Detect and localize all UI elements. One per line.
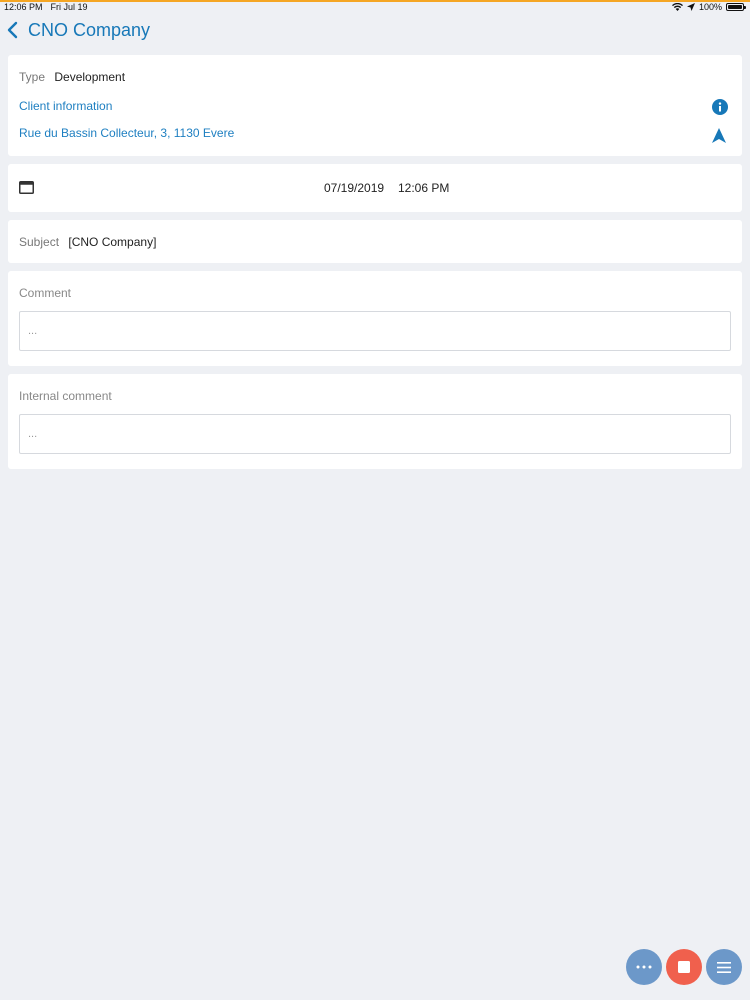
subject-card[interactable]: Subject [CNO Company] [8,220,742,263]
page-title: CNO Company [28,20,151,40]
info-icon[interactable] [712,99,728,115]
battery-percentage: 100% [698,2,722,12]
status-date: Fri Jul 19 [50,2,88,12]
stop-button[interactable] [666,949,702,985]
location-arrow-icon [686,3,695,11]
battery-icon [726,3,746,11]
date-value[interactable]: 07/19/2019 [324,181,384,195]
navigation-arrow-icon[interactable] [712,128,726,143]
date-time-card[interactable]: 07/19/2019 12:06 PM [8,164,742,212]
type-row: Type Development [19,70,125,84]
comment-input[interactable] [19,311,731,351]
type-label: Type [19,70,46,84]
internal-comment-card: Internal comment [8,374,742,469]
subject-row: Subject [CNO Company] [19,235,156,249]
info-card: Type Development Client information Rue … [8,55,742,156]
subject-value[interactable]: [CNO Company] [68,235,156,249]
more-dots-icon [636,965,652,969]
internal-comment-input[interactable] [19,414,731,454]
stop-icon [678,961,690,973]
internal-comment-label: Internal comment [19,389,112,403]
address-link[interactable]: Rue du Bassin Collecteur, 3, 1130 Evere [19,126,234,140]
time-value[interactable]: 12:06 PM [398,181,449,195]
hamburger-menu-icon [717,961,731,973]
type-value: Development [54,70,126,84]
comment-label: Comment [19,286,72,300]
comment-card: Comment [8,271,742,366]
subject-label: Subject [19,235,60,249]
menu-button[interactable] [706,949,742,985]
client-information-link[interactable]: Client information [19,99,112,113]
calendar-icon[interactable] [19,180,34,194]
status-bar: 12:06 PM Fri Jul 19 100% [0,2,750,14]
wifi-icon [671,3,683,11]
back-chevron-icon[interactable] [4,20,22,40]
navigation-bar: CNO Company [0,14,750,48]
status-time: 12:06 PM [4,2,43,12]
more-options-button[interactable] [626,949,662,985]
